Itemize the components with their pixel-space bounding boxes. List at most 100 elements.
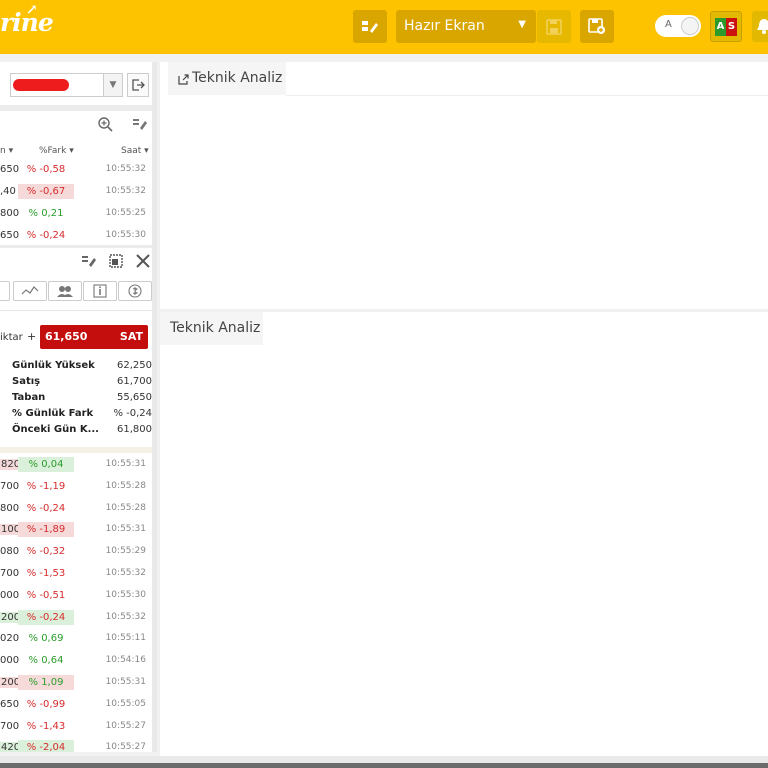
detail-tab-1[interactable] [0,281,10,301]
watchlist-row[interactable]: 100% -1,89 10:55:31 [0,519,152,541]
detail-key: Taban [12,392,46,403]
row-change: % -0,99 [26,698,66,710]
row-time: 10:55:25 [105,208,146,218]
row-price: 650 [0,164,20,175]
sell-button[interactable]: 61,650 SAT [40,325,148,349]
row-change: % 0,21 [28,208,64,219]
row-price: ,40 [0,186,16,197]
detail-row: Taban 55,650 [0,392,152,408]
tab-label: Teknik Analiz [192,70,283,86]
watchlist-row[interactable]: 700 % -1,19 10:55:28 [0,476,152,498]
row-change: % -0,51 [26,589,66,601]
watchlist-row[interactable]: 820% 0,04 10:55:31 [0,454,152,476]
technical-analysis-panel-bottom: Teknik Analiz [160,312,768,756]
tab-technical-analysis[interactable]: Teknik Analiz [160,312,263,345]
screen-select[interactable]: Hazır Ekran ▼ [396,10,536,43]
left-panel: ▼ n ▾ %Fark ▾ Saat ▾ 650 % -0,58 10:55:32,… [0,62,157,752]
row-change: % -0,32 [26,546,66,558]
detail-tab-info[interactable] [83,281,117,301]
divider [0,105,157,111]
users-icon [57,286,73,297]
add-symbol-button[interactable] [96,115,114,133]
buy-sell-button[interactable]: A S [710,11,742,42]
save-as-button[interactable] [580,10,614,43]
watchlist-row[interactable]: 650 % -0,24 10:55:30 [0,225,152,247]
detail-tab-currency[interactable] [118,281,152,301]
divider [0,245,157,248]
detail-tab-depth[interactable] [13,281,47,301]
watchlist-row[interactable]: 700 % -1,53 10:55:32 [0,563,152,585]
detail-value: 55,650 [117,392,152,403]
row-change: % -0,67 [18,184,74,199]
watchlist-row[interactable]: 800 % -0,24 10:55:28 [0,498,152,520]
bell-icon [757,19,768,34]
row-change: % -0,24 [18,609,74,625]
watchlist-row[interactable]: 800 % 0,21 10:55:25 [0,203,152,225]
watchlist-row[interactable]: 020 % 0,69 10:55:11 [0,628,152,650]
mode-toggle-label: A [665,19,672,30]
watchlist-row[interactable]: 080 % -0,32 10:55:29 [0,541,152,563]
notifications-button[interactable] [752,11,768,42]
buy-badge: A [715,18,726,36]
row-change: % 0,69 [28,633,64,645]
watchlist-row[interactable]: 650 % -0,99 10:55:05 [0,694,152,716]
row-time: 10:55:27 [105,742,146,752]
row-change: % -1,53 [26,568,66,579]
watchlist-row[interactable]: 700 % -1,43 10:55:27 [0,716,152,738]
row-time: 10:55:31 [105,524,146,535]
close-panel-button[interactable] [134,252,152,270]
brand-logo: rine ↗ [0,2,54,37]
account-select[interactable]: ▼ [10,73,123,97]
edit-layout-button[interactable] [353,10,387,43]
detail-value: 61,700 [117,376,152,387]
watchlist-row[interactable]: 200% 1,09 10:55:31 [0,672,152,694]
watchlist-row[interactable]: ,40% -0,67 10:55:32 [0,181,152,203]
detail-row: Önceki Gün K... 61,800 [0,424,152,440]
tab-label: Teknik Analiz [170,320,261,336]
edit-list-button[interactable] [131,115,149,133]
watchlist-row[interactable]: 000 % 0,64 10:54:16 [0,650,152,672]
column-header-change[interactable]: %Fark ▾ [39,146,74,156]
row-time: 10:55:28 [105,502,146,513]
row-change: % 1,09 [18,675,74,690]
row-price: 000 [0,655,20,667]
row-price: 700 [0,568,20,579]
row-time: 10:55:29 [105,546,146,557]
logout-button[interactable] [127,73,149,97]
edit-icon [82,256,96,267]
row-price: 800 [0,208,20,219]
detail-tab-people[interactable] [48,281,82,301]
logo-arrow-icon: ↗ [26,2,38,18]
maximize-button[interactable] [107,252,125,270]
edit-panel-button[interactable] [80,252,98,270]
detail-row: Günlük Yüksek 62,250 [0,360,152,376]
save-button[interactable] [537,10,571,43]
external-link-icon [178,74,189,85]
detail-value: % -0,24 [113,408,152,419]
tab-technical-analysis[interactable]: Teknik Analiz [168,62,286,95]
tab-underline [286,95,768,96]
save-icon [546,18,562,35]
row-change: % -1,43 [26,720,66,732]
watchlist-row[interactable]: 420% -2,04 10:55:27 [0,737,152,752]
detail-key: Satış [12,376,41,387]
quantity-plus-button[interactable]: + [27,330,36,343]
watchlist-row[interactable]: 000 % -0,51 10:55:30 [0,585,152,607]
row-time: 10:55:11 [105,633,146,644]
divider [0,310,157,311]
column-header-price[interactable]: n ▾ [0,146,13,156]
mode-toggle[interactable]: A [655,15,701,37]
scrollbar[interactable] [152,62,157,752]
row-price: 080 [0,546,20,558]
save-add-icon [588,18,605,34]
watchlist-row[interactable]: 650 % -0,58 10:55:32 [0,159,152,181]
edit-icon [133,119,147,130]
row-change: % -1,89 [18,522,74,538]
row-price: 650 [0,230,20,241]
row-change: % -0,24 [26,502,66,514]
redacted-account [13,79,69,91]
watchlist-row[interactable]: 200% -0,24 10:55:32 [0,607,152,629]
column-header-time[interactable]: Saat ▾ [121,146,149,156]
row-time: 10:55:28 [105,480,146,491]
maximize-icon [109,254,123,268]
